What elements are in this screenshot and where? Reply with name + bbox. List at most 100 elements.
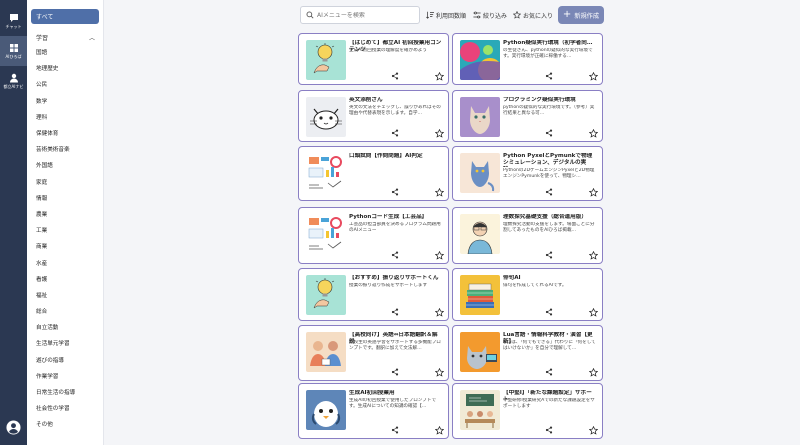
sidebar-category-item[interactable]: 水産 [27,254,103,270]
sidebar-category-item[interactable]: 情報 [27,190,103,206]
menu-card[interactable]: 【はじめて】都立AI 初回授業用コンテンツ 生成AI初回授業の理解度を確かめよう [298,33,449,85]
share-icon[interactable] [391,426,399,434]
sidebar-category-item[interactable]: 工業 [27,222,103,238]
sidebar-category-item[interactable]: 国語 [27,44,103,60]
favorite-star-icon[interactable] [589,251,598,260]
share-icon[interactable] [545,188,553,196]
rail-ai-hiroba[interactable]: AIひろば [0,36,27,66]
share-icon[interactable] [391,368,399,376]
favorite-star-icon[interactable] [589,426,598,435]
card-thumbnail-image [306,153,346,193]
rail-navi[interactable]: 都立AIナビ [0,66,27,96]
share-icon[interactable] [545,129,553,137]
favorite-star-icon[interactable] [589,308,598,317]
favorite-star-icon[interactable] [435,129,444,138]
sidebar-category-item[interactable]: 自立活動 [27,319,103,335]
sidebar-category-item[interactable]: 看護 [27,271,103,287]
sidebar-category-item[interactable]: 遊びの指導 [27,352,103,368]
menu-card[interactable]: 口頭試問【作問問題】AI判定 [298,146,449,201]
sort-button[interactable]: 利用回数順 [426,9,466,21]
card-description: pythonの疑似的な実行環境です。（参考）実行結果と異なる可… [503,105,595,116]
card-thumbnail-image [306,214,346,254]
filter-icon [473,11,481,19]
card-thumbnail-image [306,390,346,430]
favorite-star-icon[interactable] [435,368,444,377]
sidebar-category-item[interactable]: 総合 [27,303,103,319]
menu-card[interactable]: Python疑似実行環境（初学者向… の生徒さん、pythonの疑似的な実行環境で… [452,33,603,85]
menu-card[interactable]: 俳句AI 俳句を作成してくれるAIです。 [452,268,603,321]
search-input[interactable] [317,11,417,19]
sidebar-category-item[interactable]: 福祉 [27,287,103,303]
share-icon[interactable] [391,129,399,137]
search-box[interactable] [300,6,420,24]
sidebar-category-item[interactable]: 保健体育 [27,125,103,141]
share-icon[interactable] [545,251,553,259]
sidebar-category-item[interactable]: その他 [27,416,103,432]
share-icon[interactable] [391,188,399,196]
sidebar-category-item[interactable]: 生活単元学習 [27,335,103,351]
favorites-button[interactable]: お気に入り [513,9,553,21]
sidebar-category-item[interactable]: 地理歴史 [27,60,103,76]
card-description: の生徒さん、pythonの疑似的な実行環境です。実行環境が正確に稼働する… [503,48,593,59]
share-icon[interactable] [545,426,553,434]
sidebar-category-item[interactable]: 公民 [27,76,103,92]
sidebar-category-item[interactable]: 農業 [27,206,103,222]
section-header-label: 学習 [36,34,49,42]
menu-card[interactable]: プログラミング疑似実行環境 pythonの疑似的な実行環境です。（参考）実行結果と… [452,90,603,142]
favorite-star-icon[interactable] [589,368,598,377]
card-thumbnail-image [460,275,500,315]
card-description: 高校生の英語学習をサポートする多機能プロンプトです。翻訳に加えて文法解… [349,340,441,351]
card-thumbnail-image [306,275,346,315]
favorite-star-icon[interactable] [435,188,444,197]
share-icon[interactable] [391,251,399,259]
sidebar-category-item[interactable]: 芸術美術音楽 [27,141,103,157]
menu-card[interactable]: 生成AI初回授業用 生成AIの初回授業で使用したプロンプトです。生成AIについての… [298,383,449,439]
menu-card[interactable]: 【高校向け】英語⇔日本語翻訳＆解説 高校生の英語学習をサポートする多機能プロンプト… [298,325,449,381]
category-sidebar: すべて 学習 ︿ 国語 地理歴史 公民 数学 理科 保健体育 芸術美術音楽 外国語 家庭 情報 農業… [27,0,104,445]
share-icon[interactable] [545,368,553,376]
menu-card[interactable]: 理数探究基礎支援（総合運用版） 理数探究活動の支援をします。場面ごとに分割してあっ… [452,207,603,264]
sidebar-category-item[interactable]: 理科 [27,109,103,125]
rail-chat-label: チャット [5,24,22,29]
all-categories-button[interactable]: すべて [31,9,99,24]
sidebar-category-item[interactable]: 商業 [27,238,103,254]
menu-card[interactable]: Pythonコード生成【工芸品】 工芸品の担当部員を決めるプログラム問題用のAIメ… [298,207,449,264]
sidebar-category-item[interactable]: 家庭 [27,174,103,190]
card-description: 英文の文法をチェックし、誤りがあればその理由や代替表現を示します。自学… [349,105,441,116]
menu-card[interactable]: 英文添削さん 英文の文法をチェックし、誤りがあればその理由や代替表現を示します。自… [298,90,449,142]
filter-button[interactable]: 絞り込み [473,9,507,21]
share-icon[interactable] [391,308,399,316]
sidebar-category-item[interactable]: 日常生活の指導 [27,384,103,400]
favorite-star-icon[interactable] [435,72,444,81]
account-icon[interactable] [6,420,21,435]
sidebar-category-item[interactable]: 作業学習 [27,368,103,384]
sidebar-category-item[interactable]: 社会性の学習 [27,400,103,416]
sidebar-category-item[interactable]: 外国語 [27,157,103,173]
new-menu-button[interactable]: + 新規作成 [558,6,604,24]
favorite-star-icon[interactable] [589,188,598,197]
search-icon [306,11,314,19]
card-title: 口頭試問【作問問題】AI判定 [349,153,423,159]
favorite-star-icon[interactable] [589,129,598,138]
favorite-star-icon[interactable] [589,72,598,81]
section-header-learning[interactable]: 学習 ︿ [27,30,103,44]
card-title: プログラミング疑似実行環境 [503,97,576,103]
menu-card[interactable]: 【中堅Ⅰ】「新たな課題設定」サポート 中堅研修Ⅰ授業研究Aでの新たな課題設定をサポ… [452,383,603,439]
share-icon[interactable] [545,72,553,80]
rail-navi-label: 都立AIナビ [3,84,24,89]
share-icon[interactable] [391,72,399,80]
chevron-up-icon: ︿ [88,34,95,42]
card-description: 俳句を作成してくれるAIです。 [503,283,567,288]
sidebar-category-item[interactable]: 数学 [27,93,103,109]
menu-card[interactable]: 【おすすめ】振り返りサポートくん 授業の振り返り作成をサポートします [298,268,449,321]
favorite-star-icon[interactable] [435,308,444,317]
menu-card[interactable]: Lua言語・情報科学教材・演習【更新】 Luaは、「何でもできる」代わりに「何をし… [452,325,603,381]
filter-label: 絞り込み [483,12,508,20]
chat-icon [9,14,18,22]
menu-card[interactable]: Python PyxelとPymunkで物理シミュレーション、デジタルの実験… P… [452,146,603,201]
share-icon[interactable] [545,308,553,316]
favorite-star-icon[interactable] [435,426,444,435]
favorite-star-icon[interactable] [435,251,444,260]
sort-label: 利用回数順 [436,12,467,20]
rail-chat[interactable]: チャット [0,6,27,36]
